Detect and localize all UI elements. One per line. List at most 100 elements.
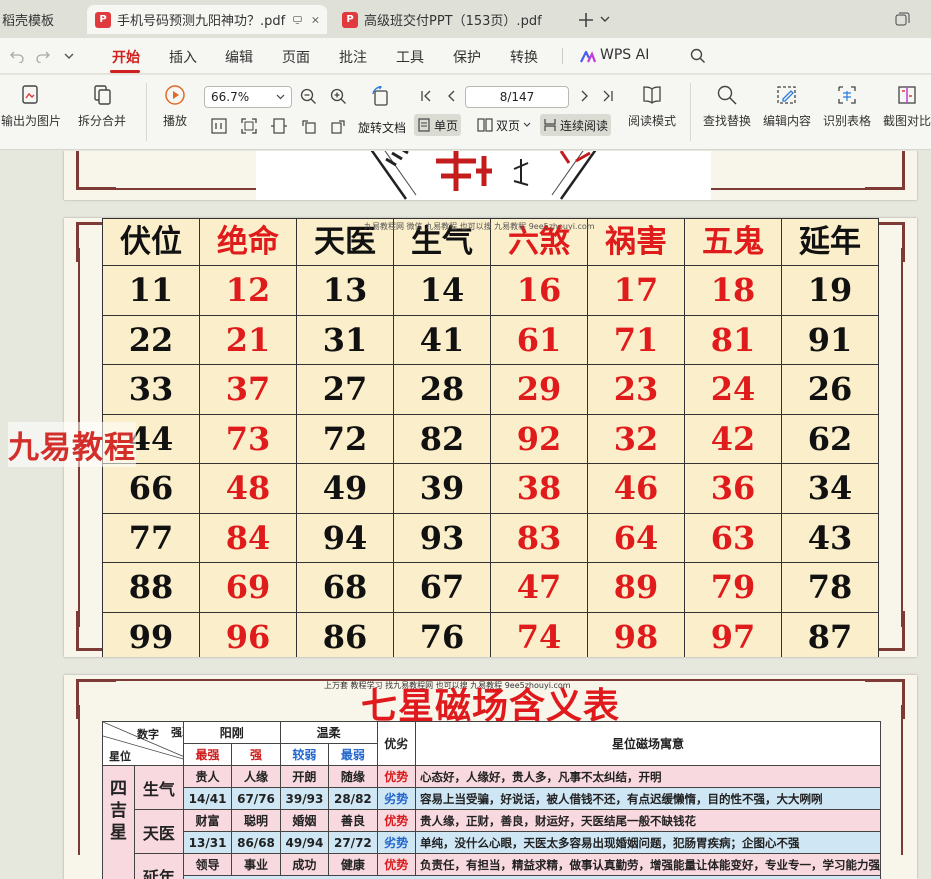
table-cell: 39/93 xyxy=(279,787,330,810)
menu-convert[interactable]: 转换 xyxy=(510,47,538,67)
menu-bar: 开始 插入 编辑 页面 批注 工具 保护 转换 WPS AI xyxy=(0,38,931,74)
table-cell: 79 xyxy=(684,562,782,613)
table-header-cell: 祸害 xyxy=(587,218,685,266)
rotate-right-icon[interactable] xyxy=(330,118,346,134)
table-cell: 18 xyxy=(684,265,782,316)
menu-annotate[interactable]: 批注 xyxy=(339,47,367,67)
table-cell: 28/82 xyxy=(328,787,378,810)
tab-docer-templates[interactable]: 稻壳模板 xyxy=(0,5,82,34)
table-cell: 23 xyxy=(587,364,685,415)
table-cell: 49 xyxy=(296,463,394,514)
edit-content-icon xyxy=(777,86,796,104)
table-cell: 41 xyxy=(393,314,491,365)
menu-insert[interactable]: 插入 xyxy=(169,47,197,67)
table-cell: 21 xyxy=(199,314,297,365)
menu-protect[interactable]: 保护 xyxy=(453,47,481,67)
redo-icon[interactable] xyxy=(36,49,50,63)
recognize-table-button[interactable]: 识别表格 xyxy=(820,84,874,129)
page-watermark: 九易教程网 微信 九易教程 也可以搜 九易教程 9ee5zhouyi.com xyxy=(364,222,595,231)
single-page-button[interactable]: 单页 xyxy=(414,114,462,136)
table-cell: 66 xyxy=(102,463,200,514)
search-icon[interactable] xyxy=(690,48,706,64)
table-cell: 42 xyxy=(684,413,782,464)
menu-page[interactable]: 页面 xyxy=(282,47,310,67)
table-cell: 成功 xyxy=(279,853,330,876)
double-page-button[interactable]: 双页 xyxy=(474,114,534,136)
document-viewer[interactable]: 伏位 绝命 天医 生气 六煞 祸害 五鬼 延年 11 12 13 14 16 17 18 19 22 21 31 41… xyxy=(0,151,931,879)
close-icon[interactable] xyxy=(312,15,319,25)
rotate-document-button[interactable]: 旋转文档 xyxy=(358,119,406,136)
continuous-reading-button[interactable]: 连续阅读 xyxy=(540,114,612,136)
play-button[interactable]: 播放 xyxy=(156,84,194,129)
zoom-in-icon[interactable] xyxy=(330,88,347,105)
menu-wps-ai[interactable]: WPS AI xyxy=(600,47,649,63)
table-header-cell: 伏位 xyxy=(102,218,200,266)
divider xyxy=(690,83,691,141)
menu-tools[interactable]: 工具 xyxy=(396,47,424,67)
last-page-icon[interactable] xyxy=(602,90,614,102)
tab-bar: 稻壳模板 P 手机号码预测九阳神功？.pdf P 高级班交付PPT（153页）.… xyxy=(0,0,931,38)
table-cell: 47 xyxy=(490,562,588,613)
reading-mode-button[interactable]: 阅读模式 xyxy=(626,84,678,129)
table-row: 77 84 94 93 83 64 63 43 xyxy=(102,512,879,563)
table-cell: 34 xyxy=(781,463,879,514)
header-wen: 温柔 xyxy=(279,721,378,744)
previous-page-icon[interactable] xyxy=(446,90,458,102)
pdf-page-previous xyxy=(64,151,917,200)
chevron-down-icon[interactable] xyxy=(64,53,74,60)
divider xyxy=(146,83,147,141)
zoom-select[interactable]: 66.7% xyxy=(204,86,292,108)
star-name: 生气 xyxy=(133,765,184,810)
table-cell: 74 xyxy=(490,611,588,657)
table-cell: 86 xyxy=(296,611,394,657)
table-cell: 61 xyxy=(490,314,588,365)
undo-icon[interactable] xyxy=(10,49,24,63)
table-row: 44 73 72 82 92 32 42 62 xyxy=(102,413,879,464)
table-row: 99 96 86 76 74 98 97 87 xyxy=(102,611,879,657)
actual-size-icon[interactable] xyxy=(211,118,227,134)
page-number-input[interactable]: 8/147 xyxy=(465,86,569,108)
rotate-left-icon[interactable] xyxy=(301,118,317,134)
window-restore-icon[interactable] xyxy=(895,12,910,27)
table-cell: 37 xyxy=(199,364,297,415)
first-page-icon[interactable] xyxy=(420,90,432,102)
star-name: 延年 xyxy=(133,853,184,879)
table-cell: 贵人 xyxy=(182,765,233,788)
ribbon-toolbar: 输出为图片 拆分合并 播放 66.7% 旋转文档 8/147 单页 双页 连续阅… xyxy=(0,75,931,150)
rotate-document-icon[interactable] xyxy=(370,86,392,108)
table-cell: 96 xyxy=(199,611,297,657)
fit-width-icon[interactable] xyxy=(271,118,287,134)
table-cell: 贵人缘，正财，善良，财运好，天医结尾一般不缺钱花 xyxy=(415,809,881,832)
fit-page-icon[interactable] xyxy=(241,118,257,134)
group-label: 四吉星 xyxy=(102,765,135,879)
table-cell: 33 xyxy=(102,364,200,415)
edit-content-button[interactable]: 编辑内容 xyxy=(760,84,814,129)
menu-home[interactable]: 开始 xyxy=(112,47,140,67)
table-cell: 12 xyxy=(199,265,297,316)
star-name: 天医 xyxy=(133,809,184,854)
table-cell: 84 xyxy=(199,512,297,563)
find-replace-button[interactable]: 查找替换 xyxy=(700,84,754,129)
tab-current-pdf[interactable]: P 手机号码预测九阳神功？.pdf xyxy=(87,5,327,34)
export-image-button[interactable]: 输出为图片 xyxy=(0,84,62,129)
eight-star-number-table: 伏位 绝命 天医 生气 六煞 祸害 五鬼 延年 11 12 13 14 16 17 18 19 22 21 31 41… xyxy=(102,218,879,657)
table-cell: 随缘 xyxy=(328,765,378,788)
table-header-cell: 延年 xyxy=(781,218,879,266)
zoom-out-icon[interactable] xyxy=(300,88,317,105)
next-page-icon[interactable] xyxy=(578,90,590,102)
table-cell: 32 xyxy=(587,413,685,464)
table-header-cell: 五鬼 xyxy=(684,218,782,266)
chevron-down-icon[interactable] xyxy=(600,16,610,23)
monitor-icon[interactable] xyxy=(293,14,302,26)
table-cell: 健康 xyxy=(328,853,378,876)
split-merge-button[interactable]: 拆分合并 xyxy=(70,84,134,129)
disadvantage-label: 劣势 xyxy=(376,787,417,810)
menu-edit[interactable]: 编辑 xyxy=(225,47,253,67)
screenshot-compare-button[interactable]: 截图对比 xyxy=(880,84,931,129)
table-cell: 94 xyxy=(296,512,394,563)
table-cell: 善良 xyxy=(328,809,378,832)
tab-ppt-pdf[interactable]: P 高级班交付PPT（153页）.pdf xyxy=(334,5,570,34)
new-tab-plus-icon[interactable] xyxy=(578,12,594,28)
table-cell: 86/68 xyxy=(231,831,281,854)
table-cell: 91 xyxy=(781,314,879,365)
